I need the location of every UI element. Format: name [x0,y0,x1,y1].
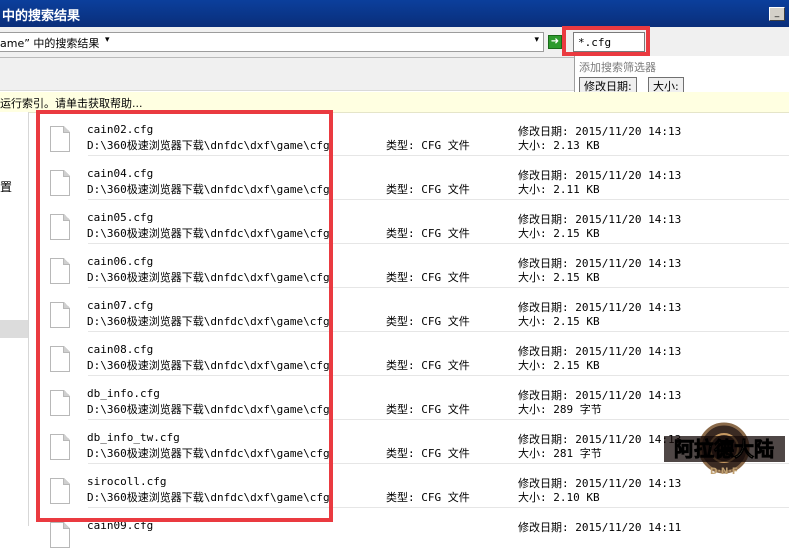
file-size: 大小: 2.15 KB [518,227,600,240]
file-path: D:\360极速浏览器下载\dnfdc\dxf\game\cfg [87,359,330,372]
file-icon [50,478,70,504]
file-name[interactable]: cain07.cfg [87,299,153,312]
list-item[interactable]: cain02.cfg D:\360极速浏览器下载\dnfdc\dxf\game\… [28,112,789,156]
file-type: 类型: CFG 文件 [386,315,470,328]
file-icon [50,258,70,284]
file-icon [50,214,70,240]
list-item[interactable]: cain05.cfg D:\360极速浏览器下载\dnfdc\dxf\game\… [28,200,789,244]
file-name[interactable]: db_info.cfg [87,387,160,400]
file-name[interactable]: cain06.cfg [87,255,153,268]
file-icon [50,126,70,152]
file-size: 大小: 289 字节 [518,403,602,416]
dnf-watermark-logo: 阿拉德大陆 D·N·F [662,420,787,482]
breadcrumb: ame” 中的搜索结果 [0,37,100,50]
watermark-title: 阿拉德大陆 [674,437,774,461]
address-bar: ame” 中的搜索结果 ▾ ▾ ➜ *.cfg [0,27,789,58]
file-size: 大小: 2.13 KB [518,139,600,152]
file-path: D:\360极速浏览器下载\dnfdc\dxf\game\cfg [87,183,330,196]
file-name[interactable]: cain08.cfg [87,343,153,356]
file-icon [50,170,70,196]
file-path: D:\360极速浏览器下载\dnfdc\dxf\game\cfg [87,403,330,416]
file-type: 类型: CFG 文件 [386,359,470,372]
file-path: D:\360极速浏览器下载\dnfdc\dxf\game\cfg [87,271,330,284]
file-size: 大小: 2.15 KB [518,359,600,372]
list-item[interactable]: cain06.cfg D:\360极速浏览器下载\dnfdc\dxf\game\… [28,244,789,288]
file-icon [50,434,70,460]
dnf-logo-icon: 阿拉德大陆 D·N·F [664,422,785,477]
file-path: D:\360极速浏览器下载\dnfdc\dxf\game\cfg [87,491,330,504]
list-item[interactable]: db_info.cfg D:\360极速浏览器下载\dnfdc\dxf\game… [28,376,789,420]
file-type: 类型: CFG 文件 [386,403,470,416]
file-type: 类型: CFG 文件 [386,447,470,460]
file-type: 类型: CFG 文件 [386,139,470,152]
file-size: 大小: 2.15 KB [518,315,600,328]
file-path: D:\360极速浏览器下载\dnfdc\dxf\game\cfg [87,315,330,328]
file-icon [50,390,70,416]
navigation-pane[interactable]: 置 [0,112,29,526]
file-name[interactable]: cain04.cfg [87,167,153,180]
file-name[interactable]: cain02.cfg [87,123,153,136]
minimize-button[interactable]: _ [769,7,785,21]
file-size: 大小: 2.11 KB [518,183,600,196]
file-type: 类型: CFG 文件 [386,271,470,284]
file-name[interactable]: sirocoll.cfg [87,475,166,488]
history-dropdown-icon[interactable]: ▾ [534,35,539,45]
file-size: 大小: 2.15 KB [518,271,600,284]
file-name[interactable]: db_info_tw.cfg [87,431,180,444]
window-title: 中的搜索结果 [2,9,81,24]
refresh-button[interactable]: ➜ [548,35,562,49]
info-bar-text: 运行索引。请单击获取帮助... [0,97,143,110]
file-type: 类型: CFG 文件 [386,227,470,240]
list-item[interactable]: cain08.cfg D:\360极速浏览器下载\dnfdc\dxf\game\… [28,332,789,376]
nav-item-label: 置 [0,180,13,194]
address-field[interactable]: ame” 中的搜索结果 ▾ ▾ [0,32,544,52]
file-name[interactable]: cain05.cfg [87,211,153,224]
file-icon [50,302,70,328]
list-item[interactable]: cain07.cfg D:\360极速浏览器下载\dnfdc\dxf\game\… [28,288,789,332]
file-icon [50,346,70,372]
info-bar[interactable]: 运行索引。请单击获取帮助... [0,92,789,113]
go-arrow-icon: ➜ [550,36,560,47]
file-size: 大小: 2.10 KB [518,491,600,504]
list-item[interactable]: cain09.cfg 修改日期: 2015/11/20 14:11 [28,508,789,552]
window-title-bar[interactable]: 中的搜索结果 _ [0,0,789,27]
file-type: 类型: CFG 文件 [386,183,470,196]
file-path: D:\360极速浏览器下载\dnfdc\dxf\game\cfg [87,447,330,460]
file-type: 类型: CFG 文件 [386,491,470,504]
file-size: 大小: 281 字节 [518,447,602,460]
list-item[interactable]: cain04.cfg D:\360极速浏览器下载\dnfdc\dxf\game\… [28,156,789,200]
search-input[interactable]: *.cfg [573,32,645,52]
file-path: D:\360极速浏览器下载\dnfdc\dxf\game\cfg [87,227,330,240]
nav-selected-item[interactable] [0,320,28,338]
minimize-icon: _ [774,8,780,18]
add-search-filter-hint: 添加搜索筛选器 [579,61,656,74]
file-path: D:\360极速浏览器下载\dnfdc\dxf\game\cfg [87,139,330,152]
watermark-sub: D·N·F [710,467,738,477]
file-date: 修改日期: 2015/11/20 14:11 [518,521,682,534]
breadcrumb-dropdown-icon[interactable]: ▾ [105,35,110,45]
